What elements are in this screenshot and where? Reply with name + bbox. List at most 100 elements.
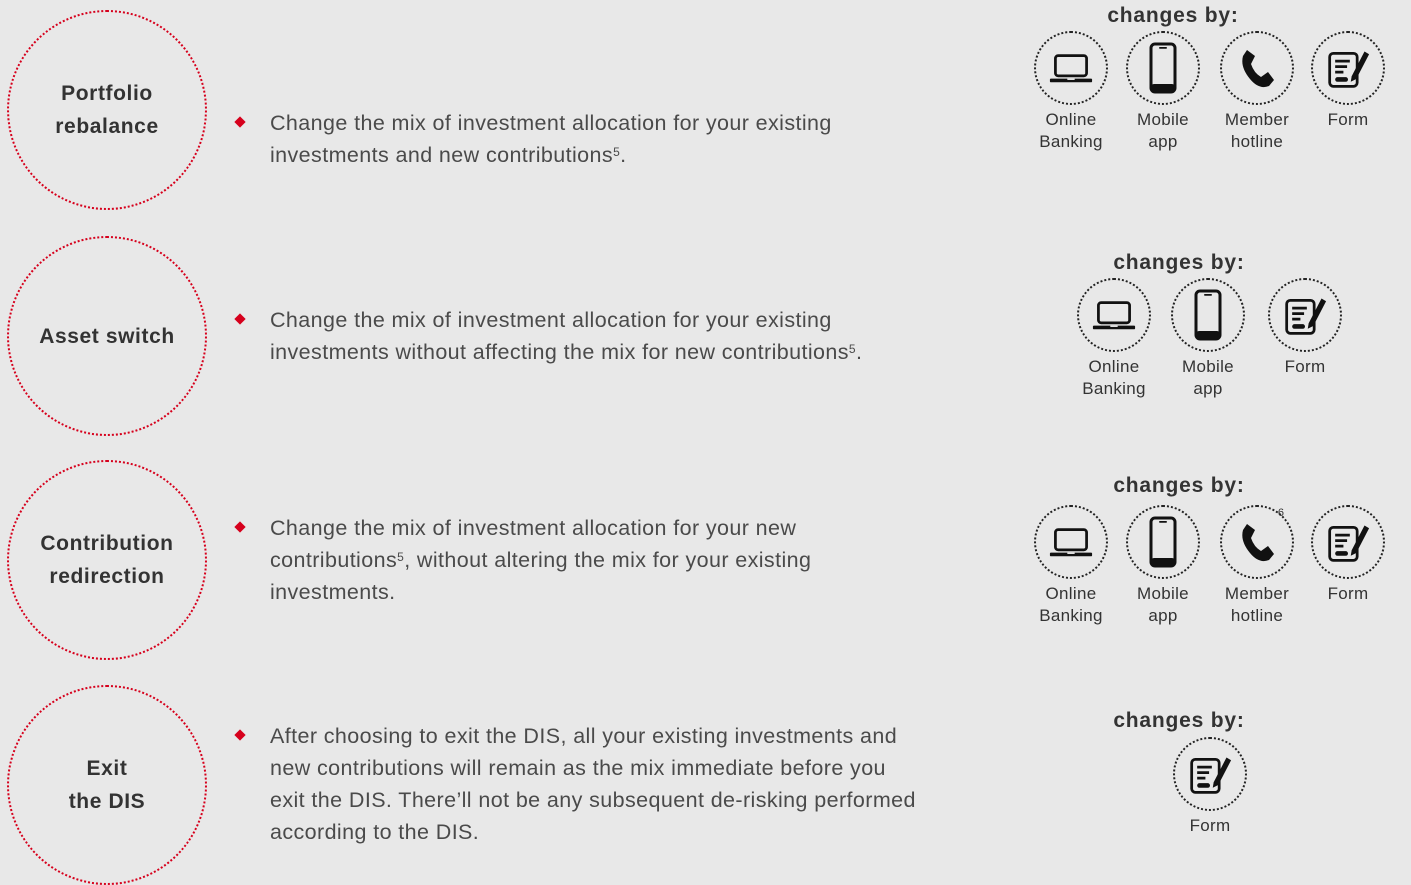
option-title: redirection: [49, 565, 165, 588]
channel-label: Member hotline: [1210, 583, 1304, 627]
channel-label-line: Form: [1327, 110, 1369, 129]
contribution-redirection-description: Change the mix of investment allocation …: [270, 512, 811, 608]
mobile-phone-icon: [1193, 289, 1223, 341]
channel-form-pen: Form: [1258, 278, 1352, 378]
description-line: .: [620, 143, 627, 167]
channel-label: Form: [1163, 815, 1257, 837]
hotline-footnote-marker: 6: [1277, 507, 1284, 519]
channel-label-line: app: [1148, 132, 1178, 151]
description-line: investments without affecting the mix fo…: [270, 340, 849, 364]
channel-ring: [1220, 31, 1294, 105]
channel-mobile-phone: Mobile app: [1116, 31, 1210, 153]
channel-label: Mobile app: [1116, 109, 1210, 153]
channel-laptop: Online Banking: [1024, 505, 1118, 627]
asset-switch-description: Change the mix of investment allocation …: [270, 304, 862, 368]
channel-laptop: Online Banking: [1024, 31, 1118, 153]
description-line: .: [855, 340, 863, 364]
channel-mobile-phone: Mobile app: [1161, 278, 1255, 400]
channel-form-pen: Form: [1301, 31, 1395, 131]
laptop-icon: [1049, 50, 1093, 87]
laptop-icon: [1092, 297, 1136, 334]
changes-by-label: changes by:: [1107, 4, 1239, 27]
channel-label-line: Mobile: [1137, 110, 1189, 129]
portfolio-rebalance-description: Change the mix of investment allocation …: [270, 107, 832, 171]
channel-label-line: Online: [1045, 584, 1097, 603]
channel-label: Form: [1301, 583, 1395, 605]
channel-label-line: hotline: [1230, 132, 1284, 151]
bullet-diamond-icon: [234, 521, 246, 533]
description-line: investments.: [270, 580, 396, 604]
channel-label-line: Online: [1088, 357, 1140, 376]
channel-label-line: hotline: [1230, 606, 1284, 625]
portfolio-rebalance-circle: Portfolio rebalance: [7, 10, 207, 210]
channel-ring: [1126, 31, 1200, 105]
channel-ring: [1126, 505, 1200, 579]
option-title: Exit: [86, 757, 128, 780]
channel-form-pen: Form: [1301, 505, 1395, 605]
channel-label-line: Banking: [1082, 379, 1146, 398]
channel-phone-handset: Member hotline: [1210, 31, 1304, 153]
channel-label: Form: [1258, 356, 1352, 378]
bullet-diamond-icon: [234, 313, 246, 325]
channel-ring: [1077, 278, 1151, 352]
channel-label-line: Member: [1224, 110, 1290, 129]
channel-phone-handset: 6 Member hotline: [1210, 505, 1304, 627]
channel-label: Online Banking: [1024, 583, 1118, 627]
form-pen-icon: [1283, 293, 1327, 337]
description-line: exit the DIS. There’ll not be any subseq…: [270, 788, 916, 812]
channel-label-line: Mobile: [1137, 584, 1189, 603]
option-title: Contribution: [40, 532, 174, 555]
channel-label-line: Form: [1327, 584, 1369, 603]
description-line: new contributions will remain as the mix…: [270, 756, 886, 780]
channel-form-pen: Form: [1163, 737, 1257, 837]
channel-label-line: Banking: [1039, 132, 1103, 151]
channel-label-line: Mobile: [1182, 357, 1234, 376]
description-line: according to the DIS.: [270, 820, 480, 844]
channel-label-line: Form: [1284, 357, 1326, 376]
channel-label-line: app: [1193, 379, 1223, 398]
bullet-diamond-icon: [234, 729, 246, 741]
channel-ring: [1311, 31, 1385, 105]
channel-ring: [1034, 505, 1108, 579]
changes-by-label: changes by:: [1113, 251, 1245, 274]
channel-label-line: app: [1148, 606, 1178, 625]
mobile-phone-icon: [1148, 42, 1178, 94]
description-line: Change the mix of investment allocation …: [270, 516, 797, 540]
asset-switch-circle: Asset switch: [7, 236, 207, 436]
channel-laptop: Online Banking: [1067, 278, 1161, 400]
option-title: Asset switch: [39, 324, 175, 348]
bullet-diamond-icon: [234, 116, 246, 128]
footnote-marker: 5: [848, 342, 856, 356]
channel-label: Member hotline: [1210, 109, 1304, 153]
description-line: contributions: [270, 548, 398, 572]
phone-handset-icon: [1237, 46, 1277, 90]
channel-label: Mobile app: [1116, 583, 1210, 627]
description-line: Change the mix of investment allocation …: [270, 111, 832, 135]
channel-ring: [1171, 278, 1245, 352]
description-line: After choosing to exit the DIS, all your…: [270, 724, 898, 748]
changes-by-label: changes by:: [1113, 709, 1245, 732]
channel-ring: [1034, 31, 1108, 105]
exit-the-dis-circle: Exit the DIS: [7, 685, 207, 885]
form-pen-icon: [1188, 752, 1232, 796]
changes-by-label: changes by:: [1113, 474, 1245, 497]
channel-ring: [1173, 737, 1247, 811]
channel-mobile-phone: Mobile app: [1116, 505, 1210, 627]
form-pen-icon: [1326, 46, 1370, 90]
option-title: rebalance: [55, 115, 159, 138]
channel-label: Form: [1301, 109, 1395, 131]
mobile-phone-icon: [1148, 516, 1178, 568]
channel-label-line: Banking: [1039, 606, 1103, 625]
exit-the-dis-description: After choosing to exit the DIS, all your…: [270, 720, 916, 848]
channel-label: Online Banking: [1067, 356, 1161, 400]
phone-handset-icon: [1237, 520, 1277, 564]
channel-ring: 6: [1220, 505, 1294, 579]
channel-label-line: Member: [1224, 584, 1290, 603]
channel-ring: [1268, 278, 1342, 352]
channel-label-line: Form: [1189, 816, 1231, 835]
channel-label: Mobile app: [1161, 356, 1255, 400]
description-line: investments and new contributions: [270, 143, 614, 167]
laptop-icon: [1049, 524, 1093, 561]
form-pen-icon: [1326, 520, 1370, 564]
contribution-redirection-circle: Contribution redirection: [7, 460, 207, 660]
